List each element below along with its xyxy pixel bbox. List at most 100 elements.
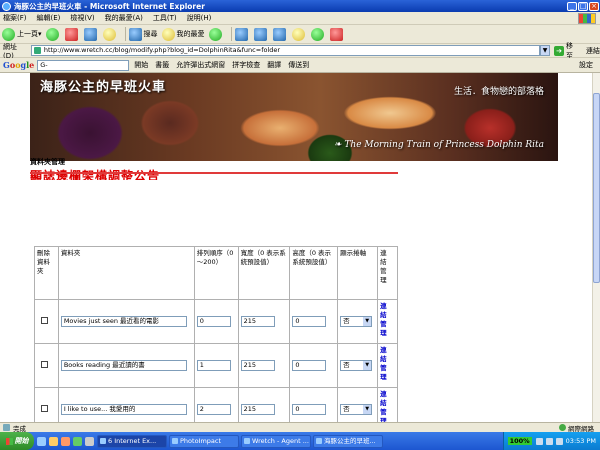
folder-name-input[interactable]: Movies just seen 最近看的電影 (60, 316, 187, 327)
system-tray: 100% 03:53 PM (502, 432, 600, 450)
google-translate-button[interactable]: 翻譯 (267, 60, 281, 70)
google-popup-blocker-button[interactable]: 允許彈出式網窗 (176, 60, 225, 70)
order-input[interactable]: 2 (196, 404, 231, 415)
links-button[interactable]: 連結 (586, 46, 600, 56)
desktop-quicklaunch-icon[interactable] (73, 436, 82, 446)
stop-button[interactable] (64, 27, 80, 41)
search-icon (128, 27, 142, 41)
height-input[interactable]: 0 (292, 360, 327, 371)
print-button[interactable] (253, 27, 269, 41)
mail-icon (234, 27, 248, 41)
research-button[interactable] (329, 27, 345, 41)
table-row: Books reading 最近讀的書 1 215 0 否 連結管理 (34, 343, 398, 388)
delete-checkbox[interactable] (41, 361, 48, 368)
search-button[interactable]: 搜尋 (128, 27, 158, 41)
favorites-button[interactable]: 我的最愛 (161, 27, 205, 41)
vertical-scrollbar[interactable] (592, 73, 600, 422)
show-scroll-select[interactable]: 否 (340, 404, 373, 415)
header-folder: 資料夾 (57, 246, 195, 300)
media-quicklaunch-icon[interactable] (61, 436, 70, 446)
banner-subtitle: 生活．食物戀的部落格 (453, 87, 544, 97)
width-input[interactable]: 215 (240, 360, 275, 371)
height-input[interactable]: 0 (292, 404, 327, 415)
stop-icon (64, 27, 78, 41)
height-cell: 0 (289, 343, 339, 388)
maximize-button[interactable]: □ (578, 1, 588, 11)
address-bar: 網址(D) http://www.wretch.cc/blog/modify.p… (0, 42, 600, 60)
address-dropdown-button[interactable]: ▼ (540, 45, 551, 56)
start-button[interactable]: 開始 (0, 432, 34, 450)
menu-help[interactable]: 說明(H) (187, 13, 212, 23)
edit-button[interactable] (272, 27, 288, 41)
manage-cell: 連結管理 (377, 387, 398, 422)
ie-icon (2, 1, 11, 11)
taskbar-item-wretch-agent[interactable]: Wretch - Agent ... (241, 434, 311, 448)
link-manage-link[interactable]: 連結管理 (380, 390, 389, 422)
width-input[interactable]: 215 (240, 316, 275, 327)
table-header-row: 刪除資料夾 資料夾 排列順序（0～200） 寬度（0 表示系統預設值） 高度（0… (34, 246, 398, 300)
discuss-button[interactable] (291, 27, 307, 41)
google-sendto-button[interactable]: 傳送到 (288, 60, 309, 70)
refresh-button[interactable] (83, 27, 99, 41)
menu-favorites[interactable]: 我的最愛(A) (105, 13, 143, 23)
taskbar-item-blog[interactable]: 海豚公主的早班... (313, 434, 383, 448)
quick-launch (37, 436, 97, 446)
scrollbar-thumb[interactable] (593, 93, 600, 283)
google-logo: Google (3, 60, 35, 70)
folder-name-input[interactable]: Books reading 最近讀的書 (60, 360, 187, 371)
minimize-button[interactable]: _ (567, 1, 577, 11)
title-bar: 海豚公主的早班火車 - Microsoft Internet Explorer … (0, 0, 600, 12)
app-quicklaunch-icon[interactable] (85, 436, 94, 446)
folder-name-input[interactable]: I like to use... 我愛用的 (60, 404, 187, 415)
google-start-button[interactable]: 開始 (134, 60, 148, 70)
close-button[interactable]: × (589, 1, 599, 11)
google-spellcheck-button[interactable]: 拼字檢查 (232, 60, 260, 70)
address-input[interactable]: http://www.wretch.cc/blog/modify.php?blo… (30, 45, 541, 56)
link-manage-link[interactable]: 連結管理 (380, 346, 389, 382)
delete-checkbox[interactable] (41, 317, 48, 324)
media-button[interactable] (208, 27, 224, 41)
mail-button[interactable] (234, 27, 250, 41)
folder-cell: Movies just seen 最近看的電影 (57, 299, 195, 344)
folder-icon (291, 27, 305, 41)
delete-checkbox[interactable] (41, 405, 48, 412)
volume-icon[interactable] (545, 437, 553, 445)
blog-banner: 海豚公主的早班火車 生活．食物戀的部落格 The Morning Train o… (30, 73, 558, 161)
menu-edit[interactable]: 編輯(E) (37, 13, 61, 23)
google-settings-button[interactable]: 設定 (579, 60, 593, 70)
antivirus-icon[interactable] (555, 437, 563, 445)
favorites-label: 我的最愛 (176, 30, 205, 38)
folder-quicklaunch-icon[interactable] (49, 436, 58, 446)
home-button[interactable] (102, 27, 118, 41)
show-scroll-select[interactable]: 否 (340, 316, 373, 327)
manage-cell: 連結管理 (377, 343, 398, 388)
google-search-input[interactable]: G- (37, 59, 130, 71)
width-input[interactable]: 215 (240, 404, 275, 415)
order-input[interactable]: 0 (196, 316, 231, 327)
back-button[interactable]: 上一頁 ▾ (2, 27, 42, 41)
width-cell: 215 (237, 343, 291, 388)
link-manage-link[interactable]: 連結管理 (380, 302, 389, 338)
home-icon (102, 27, 116, 41)
menu-tools[interactable]: 工具(T) (153, 13, 177, 23)
taskbar-item-ie-group[interactable]: 6 Internet Ex... (97, 434, 167, 448)
menu-view[interactable]: 檢視(V) (70, 13, 94, 23)
order-input[interactable]: 1 (196, 360, 231, 371)
menu-file[interactable]: 檔案(F) (3, 13, 27, 23)
battery-indicator[interactable]: 100% (507, 437, 532, 445)
google-bookmarks-button[interactable]: 書籤 (155, 60, 169, 70)
messenger-button[interactable] (310, 27, 326, 41)
taskbar-item-photoimpact[interactable]: PhotoImpact (169, 434, 239, 448)
forward-button[interactable] (45, 27, 61, 41)
order-cell: 0 (193, 299, 239, 344)
height-input[interactable]: 0 (292, 316, 327, 327)
banner-english-title: The Morning Train of Princess Dolphin Ri… (334, 140, 544, 150)
manage-cell: 連結管理 (377, 299, 398, 344)
ie-quicklaunch-icon[interactable] (37, 436, 46, 446)
network-icon[interactable] (535, 437, 543, 445)
folder-table: 刪除資料夾 資料夾 排列順序（0～200） 寬度（0 表示系統預設值） 高度（0… (34, 246, 398, 422)
menu-bar: 檔案(F) 編輯(E) 檢視(V) 我的最愛(A) 工具(T) 說明(H) (0, 12, 600, 25)
show-scroll-select[interactable]: 否 (340, 360, 373, 371)
order-cell: 1 (193, 343, 239, 388)
toolbar-separator (124, 27, 126, 41)
